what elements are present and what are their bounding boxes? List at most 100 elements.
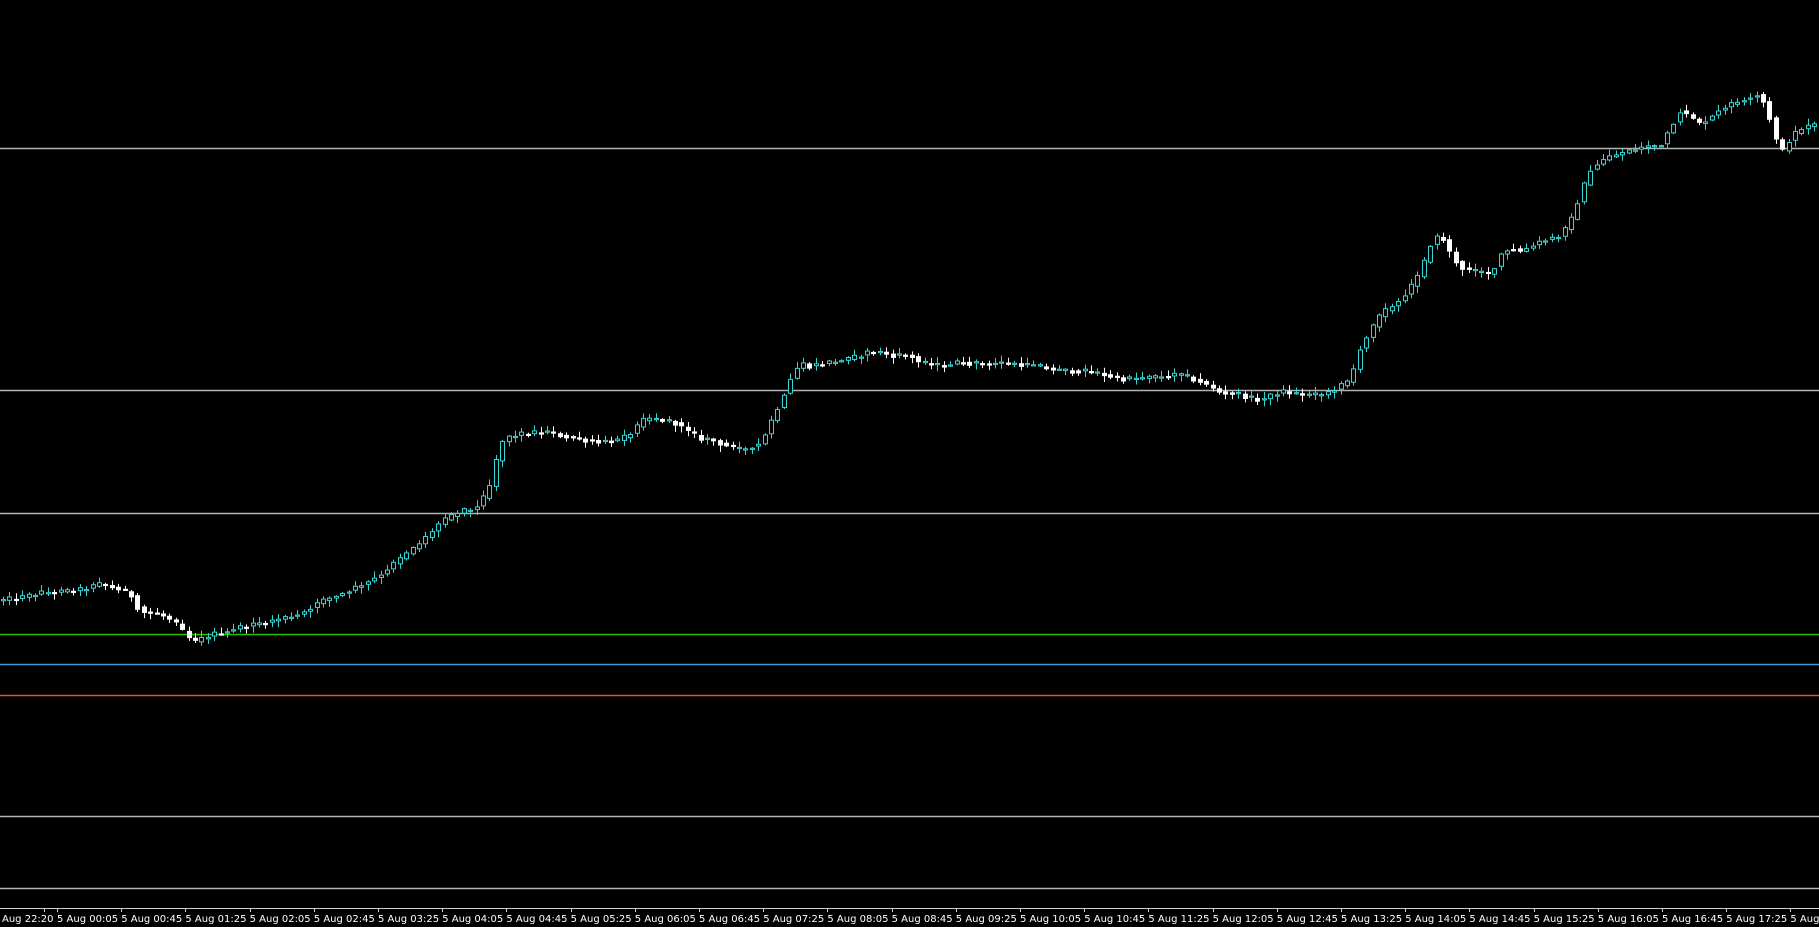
candle-body-bull [756,443,761,447]
candle-body-bull [443,517,448,525]
candle-body-bull [1095,371,1100,374]
candle-body-bull [1665,132,1670,145]
candle-body-bull [1595,164,1600,170]
candle-body-bear [263,622,268,626]
candle-body-bull [449,514,454,521]
candle-body-bull [1652,145,1657,148]
candle-body-bear [129,591,134,598]
candle-body-bull [430,531,435,538]
candle [1428,244,1433,264]
candle [411,546,416,556]
candle-body-bull [1332,390,1337,393]
candle-body-bull [801,362,806,369]
candle-body-bull [1806,124,1811,130]
candle-body-bear [1006,362,1011,365]
candle-body-bear [1467,267,1472,270]
candle-body-bear [724,442,729,447]
candle-body-bull [667,419,672,422]
candle-body-bull [1351,368,1356,383]
candle-body-bull [750,447,755,450]
candle-body-bull [1038,364,1043,367]
candle-body-bull [1812,123,1817,128]
candle-body-bear [155,612,160,615]
x-tick-label: 5 Aug 02:45 [314,914,375,925]
chart-svg[interactable]: Aug 22:20 5 Aug 00:05 5 Aug 00:45 5 Aug 01:… [0,0,1819,927]
candle-body-bull [59,589,64,593]
candle-body-bull [1755,95,1760,98]
candle-body-bull [1627,149,1632,154]
candle-body-bull [1025,363,1030,366]
candle-body-bear [692,431,697,434]
candle-body-bear [987,363,992,366]
candle-body-bull [404,552,409,560]
candle-body-bear [219,633,224,636]
candle-body-bull [1268,393,1273,400]
candle-body-bull [1729,102,1734,108]
candle-body-bull [775,409,780,422]
candle-body-bull [1435,235,1440,245]
candle-body-bull [647,417,652,422]
candle [1671,123,1676,135]
candle-body-bull [1031,364,1036,367]
candle-body-bull [20,595,25,599]
candle-body-bull [1473,268,1478,272]
candle-body-bear [929,363,934,366]
candle-body-bear [564,434,569,439]
candle-body-bull [603,439,608,443]
candle-body-bull [1281,389,1286,394]
candle-body-bull [1063,368,1068,372]
x-tick-label: 5 Aug 08:45 [892,914,953,925]
price-chart[interactable]: Aug 22:20 5 Aug 00:05 5 Aug 00:45 5 Aug 01:… [0,0,1819,927]
candle-body-bull [769,419,774,435]
candle-body-bull [1396,301,1401,307]
candle-body-bull [462,508,467,514]
candle-body-bull [1236,392,1241,395]
candle-body-bull [1799,129,1804,135]
candle-body-bear [807,363,812,369]
candle-body-bull [391,561,396,570]
candle-body-bull [955,360,960,365]
candle-body-bear [174,619,179,623]
candle-body-bull [334,595,339,599]
candle-body-bull [1083,368,1088,372]
chart-background [0,0,1819,927]
candle-body-bull [251,622,256,627]
candle-body-bear [135,595,140,610]
candle-body-bull [1377,314,1382,328]
candle-body-bull [1607,155,1612,161]
candle-body-bull [295,614,300,617]
candle-body-bull [289,616,294,619]
candle-body-bull [974,361,979,364]
candle-body-bull [1678,112,1683,123]
candle-body-bull [878,350,883,354]
candle-body-bear [1051,367,1056,371]
candle-body-bear [673,420,678,426]
candle-body-bear [1204,381,1209,385]
candle-body-bear [609,440,614,444]
x-tick-label: 5 Aug 10:45 [1084,914,1145,925]
candle-body-bull [622,434,627,441]
candle-body-bull [1543,240,1548,243]
candle-body-bear [539,432,544,435]
candle-body-bull [1716,110,1721,116]
candle-body-bull [1172,372,1177,377]
candle-body-bear [1441,237,1446,241]
candle-body-bull [359,585,364,588]
candle-body-bear [187,630,192,639]
candle-body-bull [257,622,262,626]
candle-body-bull [1537,240,1542,246]
candle-body-bull [1159,376,1164,379]
candle-body-bear [711,438,716,442]
candle-body-bull [635,424,640,434]
candle-body-bear [961,362,966,365]
x-tick-label: 5 Aug 13:25 [1341,914,1402,925]
candle-body-bull [948,364,953,367]
candle-body-bull [385,569,390,575]
candle-body-bear [1166,376,1171,379]
candle-body-bear [718,440,723,446]
candle [1710,114,1715,122]
candle-body-bear [103,583,108,587]
candle-body-bull [1499,253,1504,267]
candle-body-bull [366,581,371,585]
candle-body-bull [654,417,659,421]
